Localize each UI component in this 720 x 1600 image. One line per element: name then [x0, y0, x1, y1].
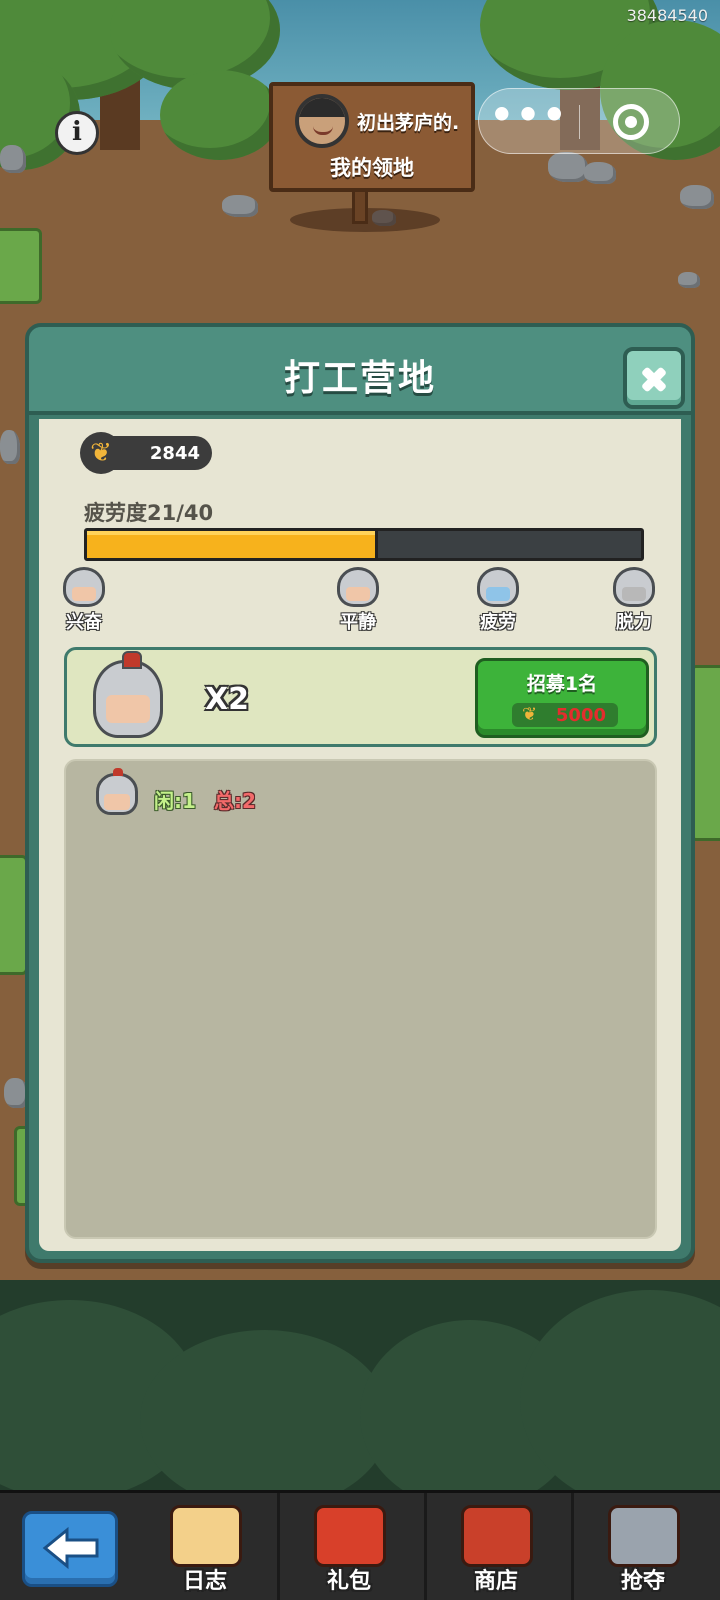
state-tired: 疲劳 [463, 567, 533, 634]
grass-tile [0, 855, 28, 975]
idle-count: 闲:1 [154, 789, 196, 813]
soldier-count: X2 [205, 682, 250, 717]
nav-label: 商店 [473, 1569, 518, 1594]
state-exhausted: 脱力 [599, 567, 669, 634]
recruit-cost: ❦ 5000 [512, 703, 618, 727]
nav-divider [277, 1493, 280, 1600]
worker-soldier-icon [96, 768, 138, 815]
info-icon[interactable]: i [55, 111, 99, 155]
tree [160, 70, 280, 160]
nav-log[interactable]: 日志 [140, 1499, 270, 1599]
rock [0, 430, 20, 464]
device-id: 38484540 [626, 6, 708, 25]
nav-label: 抢夺 [620, 1569, 665, 1594]
work-camp-dialog: 打工营地 ❦ 2844 疲劳度21/40 兴奋 平静 疲劳 脱力 X2 招募1名… [25, 323, 695, 1263]
nav-label: 日志 [182, 1569, 227, 1594]
capsule-close-icon[interactable] [613, 104, 649, 140]
scroll-icon [170, 1505, 242, 1567]
rock [584, 162, 616, 184]
calm-soldier-icon [337, 567, 379, 607]
rock [222, 195, 258, 217]
rock [680, 185, 714, 209]
sign-post [352, 190, 368, 224]
back-arrow-icon [42, 1526, 99, 1570]
player-name: 初出茅庐的. [357, 112, 460, 134]
rock [678, 272, 700, 288]
gift-sack-icon [314, 1505, 386, 1567]
excited-soldier-icon [63, 567, 105, 607]
exhausted-soldier-icon [613, 567, 655, 607]
dialog-title: 打工营地 [283, 358, 436, 399]
crossed-swords-shield-icon [608, 1505, 680, 1567]
nav-divider [424, 1493, 427, 1600]
state-label: 脱力 [616, 612, 652, 633]
territory-label: 我的领地 [330, 156, 414, 180]
shop-basket-icon [461, 1505, 533, 1567]
state-label: 兴奋 [66, 612, 102, 633]
nav-gift[interactable]: 礼包 [284, 1499, 414, 1599]
soldier-icon [93, 651, 163, 738]
nav-label: 礼包 [326, 1569, 371, 1594]
nav-divider [571, 1493, 574, 1600]
total-count: 总:2 [214, 789, 256, 813]
gold-value: 2844 [149, 443, 200, 464]
more-icon[interactable]: ••• [479, 89, 579, 153]
back-button[interactable] [22, 1511, 118, 1587]
dialog-header: 打工营地 [29, 327, 691, 415]
worker-panel: 闲:1 总:2 [64, 759, 657, 1239]
mini-program-capsule: ••• [478, 88, 680, 154]
fatigue-bar [84, 528, 644, 561]
rock [548, 152, 588, 182]
capsule-divider [579, 105, 580, 139]
gold-counter: ❦ 2844 [80, 432, 212, 474]
wheat-icon: ❦ [522, 704, 538, 725]
recruit-cost-value: 5000 [555, 705, 606, 726]
state-calm: 平静 [323, 567, 393, 634]
dialog-body: ❦ 2844 疲劳度21/40 兴奋 平静 疲劳 脱力 X2 招募1名 ❦ 50… [39, 419, 681, 1251]
close-button[interactable] [623, 347, 685, 409]
grass-tile [0, 228, 42, 304]
bush [140, 1330, 390, 1510]
bottom-nav-bar: 日志 礼包 商店 抢夺 [0, 1490, 720, 1600]
state-excited: 兴奋 [49, 567, 119, 634]
state-label: 平静 [340, 612, 376, 633]
nav-plunder[interactable]: 抢夺 [578, 1499, 708, 1599]
fatigue-bar-fill [87, 531, 378, 558]
recruit-button[interactable]: 招募1名 ❦ 5000 [475, 658, 649, 738]
recruit-button-label: 招募1名 [526, 673, 598, 695]
nav-shop[interactable]: 商店 [431, 1499, 561, 1599]
recruit-card: X2 招募1名 ❦ 5000 [64, 647, 657, 747]
wheat-icon: ❦ [80, 432, 122, 474]
fatigue-label: 疲劳度21/40 [84, 501, 214, 525]
rock [0, 145, 26, 173]
tired-soldier-icon [477, 567, 519, 607]
avatar[interactable] [295, 94, 349, 148]
state-label: 疲劳 [480, 612, 516, 633]
territory-sign[interactable]: 初出茅庐的. 我的领地 [269, 82, 475, 192]
